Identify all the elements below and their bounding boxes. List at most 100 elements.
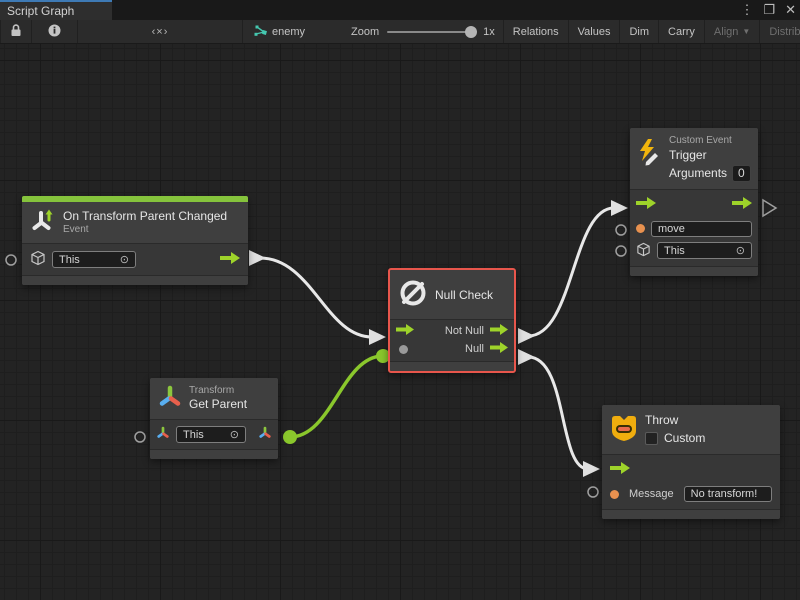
- graph-toolbar: ‹×› enemy Zoom 1x Relations Values Dim C…: [0, 20, 800, 44]
- object-picker-icon[interactable]: ⊙: [736, 244, 745, 257]
- node-throw[interactable]: Throw Custom Message No transform!: [602, 405, 780, 519]
- flow-output-arrow-icon[interactable]: [220, 252, 240, 267]
- port-null-label: Null: [465, 343, 484, 355]
- chevron-down-icon: ▼: [742, 27, 750, 36]
- close-icon[interactable]: ✕: [785, 0, 796, 20]
- gameobject-cube-icon: [30, 250, 46, 269]
- message-field[interactable]: No transform!: [684, 486, 772, 502]
- zoom-slider-handle[interactable]: [465, 26, 477, 38]
- message-value: No transform!: [691, 488, 758, 500]
- target-object-field[interactable]: This ⊙: [52, 251, 136, 268]
- transform-port-icon[interactable]: [156, 426, 170, 443]
- transform-output-port-icon[interactable]: [258, 426, 272, 443]
- graph-canvas[interactable]: On Transform Parent Changed Event This ⊙: [0, 44, 800, 600]
- wire-value-dot: [283, 430, 297, 444]
- carry-button[interactable]: Carry: [659, 20, 705, 43]
- wire-start-arrow: [518, 349, 535, 365]
- custom-checkbox-label: Custom: [664, 431, 705, 446]
- node-title: Trigger: [669, 148, 752, 163]
- node-title: On Transform Parent Changed: [63, 209, 227, 224]
- external-port-circle: [616, 225, 626, 235]
- node-title: Throw: [645, 413, 705, 428]
- event-name-field[interactable]: move: [651, 221, 752, 237]
- distribute-label: Distribute: [769, 26, 800, 38]
- zoom-value: 1x: [483, 26, 495, 38]
- node-footer: [630, 266, 758, 276]
- dim-button[interactable]: Dim: [620, 20, 659, 43]
- wire-start-arrow: [249, 250, 266, 266]
- wire-end-arrow: [611, 200, 628, 216]
- wire-notnull-to-trigger: [528, 208, 614, 336]
- external-port-circle: [588, 487, 598, 497]
- object-picker-icon[interactable]: ⊙: [230, 428, 239, 441]
- node-get-parent[interactable]: Transform Get Parent This ⊙: [150, 378, 278, 459]
- lock-icon: [10, 24, 22, 40]
- wire-end-arrow: [369, 329, 386, 345]
- string-input-port[interactable]: [636, 224, 645, 233]
- values-button[interactable]: Values: [569, 20, 621, 43]
- value-input-port[interactable]: [399, 345, 408, 354]
- target-object-value: This: [664, 245, 685, 257]
- zoom-control: Zoom 1x: [343, 20, 503, 43]
- zoom-label: Zoom: [351, 26, 379, 38]
- code-preview-button[interactable]: ‹×›: [78, 20, 243, 43]
- node-footer: [150, 449, 278, 459]
- external-flow-triangle: [763, 200, 776, 216]
- window-titlebar: Script Graph ⋮ ❐ ✕: [0, 0, 800, 20]
- relations-label: Relations: [513, 26, 559, 38]
- inspect-button[interactable]: [32, 20, 78, 43]
- carry-label: Carry: [668, 26, 695, 38]
- relations-button[interactable]: Relations: [503, 20, 569, 43]
- values-label: Values: [578, 26, 611, 38]
- custom-event-icon: [636, 138, 662, 169]
- tab-script-graph[interactable]: Script Graph: [0, 0, 112, 20]
- target-object-value: This: [183, 429, 204, 441]
- target-object-field[interactable]: This ⊙: [657, 242, 752, 259]
- graph-name: enemy: [272, 26, 305, 38]
- flow-input-arrow-icon[interactable]: [396, 324, 414, 338]
- tab-label: Script Graph: [7, 4, 74, 18]
- external-port-circle: [616, 246, 626, 256]
- align-dropdown: Align ▼: [705, 20, 760, 43]
- object-picker-icon[interactable]: ⊙: [120, 253, 129, 266]
- target-object-value: This: [59, 254, 80, 266]
- node-title: Get Parent: [189, 397, 247, 412]
- info-icon: [48, 24, 61, 40]
- custom-checkbox[interactable]: [645, 432, 658, 445]
- flow-input-arrow-icon[interactable]: [636, 197, 656, 212]
- node-subtitle: Event: [63, 224, 227, 237]
- node-on-transform-parent-changed[interactable]: On Transform Parent Changed Event This ⊙: [22, 196, 248, 285]
- string-input-port[interactable]: [610, 490, 619, 499]
- flow-input-arrow-icon[interactable]: [610, 462, 630, 477]
- arguments-count-field[interactable]: 0: [732, 165, 751, 182]
- graph-reference[interactable]: enemy: [243, 20, 315, 43]
- flow-output-arrow-icon[interactable]: [490, 342, 508, 356]
- arguments-label: Arguments: [669, 166, 727, 181]
- message-label: Message: [629, 488, 674, 500]
- null-check-icon: [398, 278, 428, 311]
- dim-label: Dim: [629, 26, 649, 38]
- throw-error-icon: [610, 413, 638, 446]
- wire-getparent-to-nullcheck: [290, 356, 383, 437]
- event-name-value: move: [658, 223, 685, 235]
- node-footer: [22, 275, 248, 285]
- node-trigger-custom-event[interactable]: Custom Event Trigger Arguments 0 move: [630, 128, 758, 276]
- node-title: Null Check: [435, 288, 493, 302]
- node-subtitle: Transform: [189, 385, 247, 398]
- external-port-circle: [6, 255, 16, 265]
- flow-output-arrow-icon[interactable]: [732, 197, 752, 212]
- wire-null-to-throw: [528, 357, 588, 469]
- flow-output-arrow-icon[interactable]: [490, 324, 508, 338]
- node-null-check-selected[interactable]: Null Check Not Null Null: [388, 268, 516, 373]
- maximize-icon[interactable]: ❐: [763, 0, 775, 20]
- lock-button[interactable]: [0, 20, 32, 43]
- node-subtitle: Custom Event: [669, 135, 752, 148]
- target-object-field[interactable]: This ⊙: [176, 426, 246, 443]
- gameobject-cube-icon: [636, 242, 651, 260]
- node-footer: [602, 509, 780, 519]
- wire-end-arrow: [583, 461, 600, 477]
- wire-event-to-nullcheck: [260, 258, 372, 337]
- graph-icon: [253, 24, 267, 40]
- window-menu-icon[interactable]: ⋮: [740, 0, 753, 20]
- zoom-slider[interactable]: [387, 31, 475, 33]
